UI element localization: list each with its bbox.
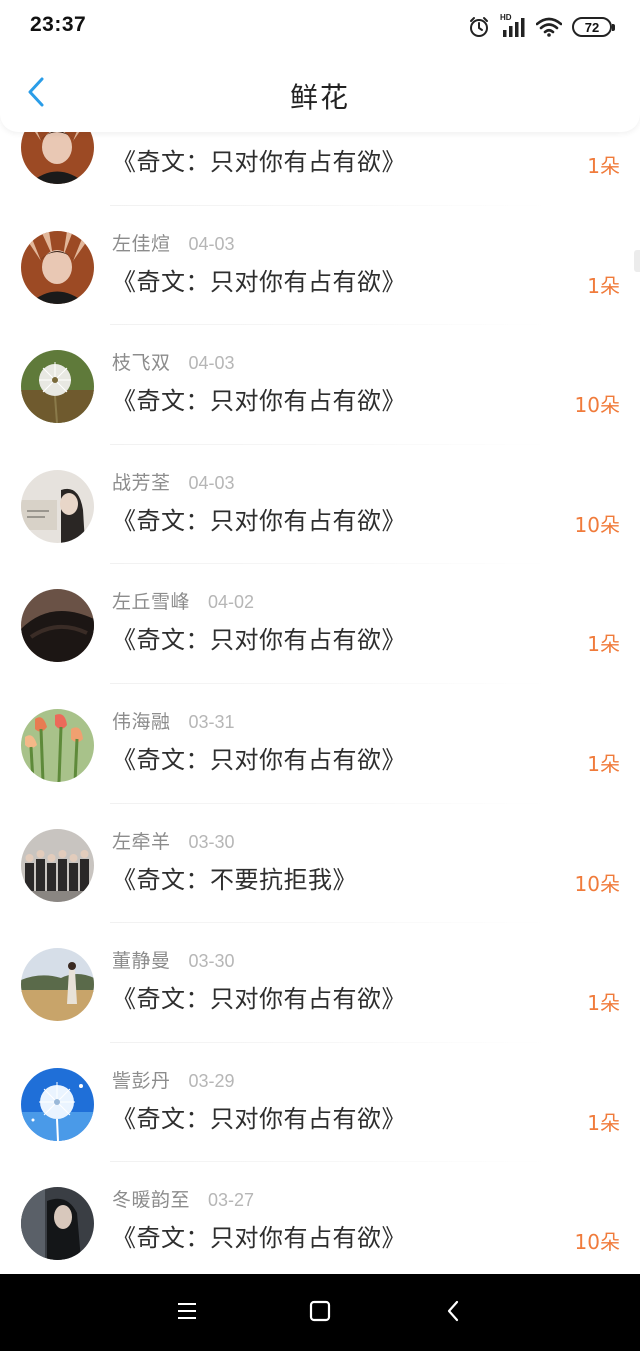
status-bar: 23:37 HD 72 [0,0,640,54]
username[interactable]: 伟海融 [112,707,171,734]
list-item[interactable]: 战芳荃 04-03 《奇文：只对你有占有欲》 10朵 [0,445,640,565]
user-line: 訾彭丹 03-29 [112,1066,235,1093]
flower-count: 10朵 [574,512,620,537]
flower-count: 1朵 [587,632,620,657]
list-item[interactable]: 左佳煊 04-03 《奇文：只对你有占有欲》 1朵 [0,206,640,326]
list-item[interactable]: 左丘雪峰 04-02 《奇文：只对你有占有欲》 1朵 [0,564,640,684]
avatar[interactable] [21,350,94,424]
user-line: 冬暖韵至 03-27 [112,1185,254,1212]
username[interactable]: 董静曼 [112,946,171,973]
page-title: 鲜花 [289,81,350,114]
flower-count: 1朵 [587,154,620,178]
list-item[interactable]: 訾彭丹 03-29 《奇文：只对你有占有欲》 1朵 [0,1043,640,1163]
user-line: 枝飞双 04-03 [112,348,235,375]
list-item[interactable]: 董静曼 03-30 《奇文：只对你有占有欲》 1朵 [0,923,640,1043]
date: 03-30 [188,951,235,972]
list-item[interactable]: 左佳煊 04-03 《奇文：只对你有占有欲》 1朵 [0,132,640,206]
menu-icon [176,1301,198,1325]
avatar[interactable] [21,948,94,1022]
chevron-left-icon [445,1299,461,1327]
menu-button[interactable] [157,1283,217,1343]
user-line: 左佳煊 04-03 [112,229,235,256]
avatar[interactable] [21,132,94,184]
book-title[interactable]: 《奇文：只对你有占有欲》 [112,1099,406,1134]
status-time: 23:37 [30,13,87,36]
date: 04-03 [188,233,235,254]
avatar[interactable] [21,1187,94,1261]
date: 03-30 [188,831,235,852]
wifi-icon [536,17,562,37]
navigation-bar [0,1274,640,1351]
book-title[interactable]: 《奇文：只对你有占有欲》 [112,1218,406,1253]
username[interactable]: 訾彭丹 [112,1066,171,1093]
username[interactable]: 左丘雪峰 [112,587,190,614]
home-square-icon [309,1300,331,1326]
avatar[interactable] [21,1067,94,1141]
date: 03-31 [188,711,235,732]
username[interactable]: 战芳荃 [112,468,171,495]
book-title[interactable]: 《奇文：只对你有占有欲》 [112,501,406,536]
book-title[interactable]: 《奇文：只对你有占有欲》 [112,620,406,655]
scroll-indicator[interactable] [634,250,640,272]
avatar[interactable] [21,828,94,902]
date: 03-27 [208,1190,255,1211]
username[interactable]: 枝飞双 [112,348,171,375]
list-item[interactable]: 左牵羊 03-30 《奇文：不要抗拒我》 10朵 [0,804,640,924]
book-title[interactable]: 《奇文：只对你有占有欲》 [112,142,406,177]
alarm-icon [468,16,490,38]
username[interactable]: 左佳煊 [112,132,171,136]
list-item[interactable]: 冬暖韵至 03-27 《奇文：只对你有占有欲》 10朵 [0,1162,640,1274]
home-button[interactable] [290,1283,350,1343]
list-item[interactable]: 伟海融 03-31 《奇文：只对你有占有欲》 1朵 [0,684,640,804]
book-title[interactable]: 《奇文：只对你有占有欲》 [112,381,406,416]
header: 鲜花 [0,54,640,132]
flower-count: 1朵 [587,751,620,776]
date: 03-29 [188,1070,235,1091]
flower-count: 1朵 [587,991,620,1016]
avatar[interactable] [21,469,94,543]
username[interactable]: 左佳煊 [112,229,171,256]
user-line: 战芳荃 04-03 [112,468,235,495]
flower-count: 10朵 [574,1230,620,1255]
status-icons: HD 72 [468,13,615,40]
user-line: 伟海融 03-31 [112,707,235,734]
avatar[interactable] [21,230,94,304]
cellular-signal-icon: HD [500,13,526,38]
list-item[interactable]: 枝飞双 04-03 《奇文：只对你有占有欲》 10朵 [0,325,640,445]
system-back-button[interactable] [423,1283,483,1343]
user-line: 左佳煊 04-03 [112,132,235,136]
book-title[interactable]: 《奇文：只对你有占有欲》 [112,979,406,1014]
book-title[interactable]: 《奇文：只对你有占有欲》 [112,262,406,297]
flower-count: 10朵 [574,871,620,896]
username[interactable]: 左牵羊 [112,827,171,854]
avatar[interactable] [21,589,94,663]
flower-count: 1朵 [587,273,620,298]
user-line: 左丘雪峰 04-02 [112,587,254,614]
book-title[interactable]: 《奇文：只对你有占有欲》 [112,740,406,775]
flower-count: 10朵 [574,393,620,418]
date: 04-03 [188,472,235,493]
flower-count: 1朵 [587,1110,620,1135]
flower-list[interactable]: 左佳煊04-03《奇文：只对你有占有欲》1朵左佳煊04-03《奇文：只对你有占有… [0,132,640,1274]
book-title[interactable]: 《奇文：不要抗拒我》 [112,860,357,895]
battery-indicator: 72 [572,17,615,37]
date: 04-03 [188,353,235,374]
user-line: 左牵羊 03-30 [112,827,235,854]
date: 04-03 [189,132,235,135]
user-line: 董静曼 03-30 [112,946,235,973]
username[interactable]: 冬暖韵至 [112,1185,190,1212]
avatar[interactable] [21,708,94,782]
date: 04-02 [208,592,255,613]
